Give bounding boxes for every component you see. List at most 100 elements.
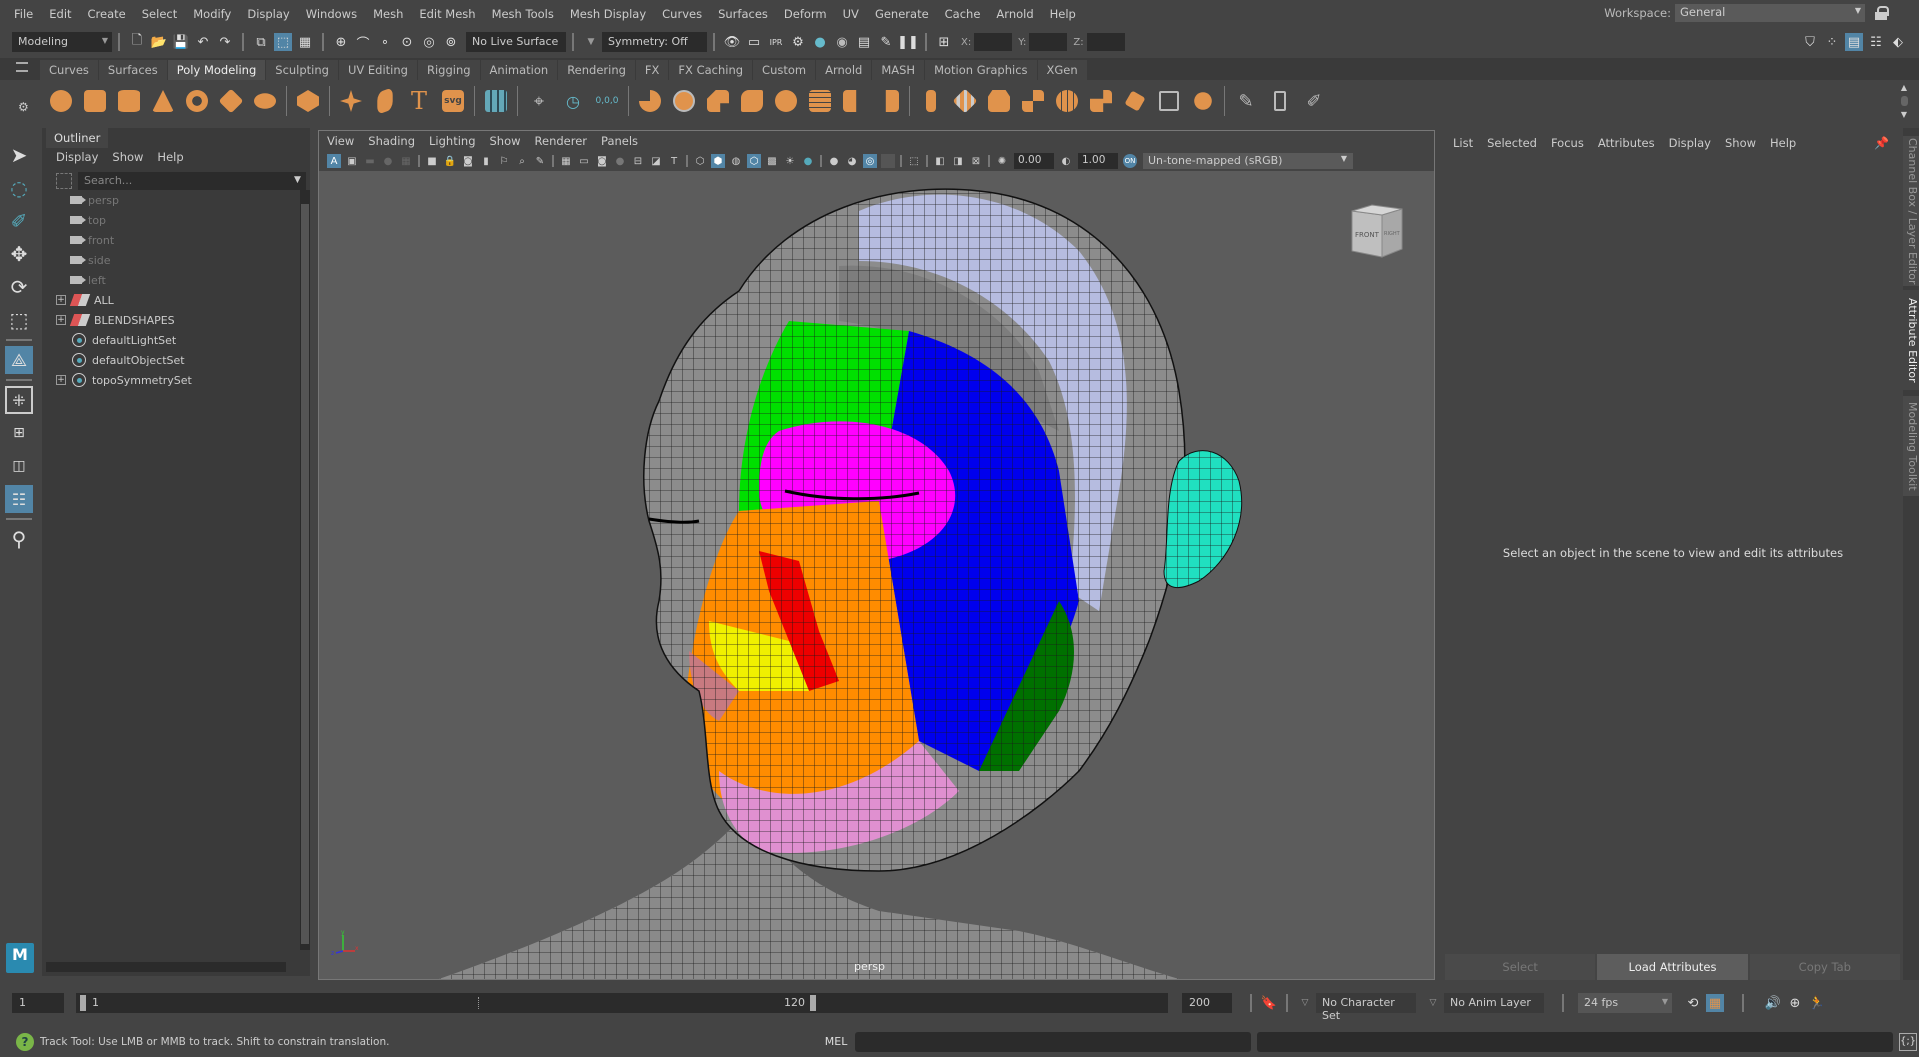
redo-icon[interactable]: ↷	[216, 33, 234, 51]
attribute-editor-toggle-icon[interactable]: ▤	[1845, 33, 1863, 51]
sign-in-icon[interactable]: ⛉	[1801, 33, 1819, 51]
bookmark-add-icon[interactable]: 🔖	[1260, 994, 1278, 1012]
two-panel-layout-icon[interactable]: ◫	[5, 452, 33, 480]
camera-attributes-icon[interactable]: ▣	[345, 154, 359, 168]
shelf-tab-animation[interactable]: Animation	[480, 60, 558, 80]
ae-menu-list[interactable]: List	[1453, 136, 1473, 150]
anim-layer-arrow-icon[interactable]: ▽	[1424, 994, 1442, 1012]
multisample-aa-icon[interactable]: ◎	[863, 154, 877, 168]
menu-help[interactable]: Help	[1042, 7, 1084, 21]
menu-windows[interactable]: Windows	[298, 7, 365, 21]
outliner-menu-display[interactable]: Display	[56, 150, 98, 164]
snap-point-icon[interactable]: ∘	[376, 33, 394, 51]
smooth-shade-all-icon[interactable]: ⬢	[711, 154, 725, 168]
outliner-menu-show[interactable]: Show	[112, 150, 143, 164]
poly-cylinder-icon[interactable]	[115, 87, 143, 115]
select-button[interactable]: Select	[1445, 954, 1596, 980]
exposure-icon[interactable]: ✺	[995, 154, 1009, 168]
shelf-tab-custom[interactable]: Custom	[753, 60, 816, 80]
fps-dropdown[interactable]: 24 fps	[1578, 993, 1672, 1013]
viewport-menu-show[interactable]: Show	[490, 134, 521, 148]
render-settings-icon[interactable]: ⚙	[789, 33, 807, 51]
sound-icon[interactable]: 🔊	[1764, 994, 1782, 1012]
script-language-toggle[interactable]: MEL	[825, 1035, 848, 1048]
xray-active-icon[interactable]: ◨	[951, 154, 965, 168]
freeze-transform-icon[interactable]: 0,0,0	[593, 87, 621, 115]
paint-select-icon[interactable]: ✐	[5, 207, 33, 235]
super-shape-icon[interactable]	[337, 87, 365, 115]
shelf-tab-xgen[interactable]: XGen	[1037, 60, 1087, 80]
pencil-icon[interactable]: ✎	[533, 154, 547, 168]
select-tool-icon[interactable]: ➤	[5, 141, 33, 169]
safe-action-icon[interactable]: ◪	[649, 154, 663, 168]
menu-deform[interactable]: Deform	[776, 7, 835, 21]
select-object-icon[interactable]: ⬚	[274, 33, 292, 51]
expand-icon[interactable]: +	[56, 315, 66, 325]
z-coord-field[interactable]: Z:	[1073, 33, 1125, 51]
single-perspective-view-icon[interactable]: ⁜	[5, 386, 33, 414]
combine-icon[interactable]	[636, 87, 664, 115]
append-to-polygon-icon[interactable]	[1121, 87, 1149, 115]
menu-mesh-display[interactable]: Mesh Display	[562, 7, 654, 21]
character-set-dropdown[interactable]: No Character Set	[1316, 993, 1416, 1022]
script-editor-icon[interactable]: {;}	[1899, 1032, 1917, 1051]
rotate-tool-icon[interactable]: ⟳	[5, 273, 33, 301]
snap-view-plane-icon[interactable]: ◎	[420, 33, 438, 51]
menu-modify[interactable]: Modify	[185, 7, 239, 21]
scale-tool-icon[interactable]: ⬚	[5, 306, 33, 334]
outliner-item[interactable]: front	[42, 230, 292, 250]
cache-playback-icon[interactable]: ▦	[1706, 994, 1724, 1012]
render-current-frame-icon[interactable]: ▭	[745, 33, 763, 51]
menu-mesh-tools[interactable]: Mesh Tools	[484, 7, 562, 21]
new-scene-icon[interactable]: 🗋	[128, 33, 146, 51]
expand-icon[interactable]: +	[56, 375, 66, 385]
fill-hole-icon[interactable]	[1155, 87, 1183, 115]
arnold-render-icon[interactable]: ✎	[877, 33, 895, 51]
menu-select[interactable]: Select	[134, 7, 185, 21]
tab-channel-box-layer-editor[interactable]: Channel Box / Layer Editor	[1903, 136, 1919, 286]
search-icon[interactable]: ⚲	[5, 525, 33, 553]
pause-icon[interactable]: ❚❚	[897, 33, 919, 51]
modeling-toolkit-icon[interactable]: ⁘	[1823, 33, 1841, 51]
move-tool-icon[interactable]: ✥	[5, 240, 33, 268]
lock-icon[interactable]	[1875, 6, 1889, 20]
slide-edge-icon[interactable]: ✐	[1300, 87, 1328, 115]
expand-icon[interactable]: +	[56, 295, 66, 305]
color-management-toggle-icon[interactable]: ON	[1123, 154, 1137, 168]
menu-file[interactable]: File	[6, 7, 41, 21]
menu-curves[interactable]: Curves	[654, 7, 710, 21]
outliner-menu-help[interactable]: Help	[157, 150, 183, 164]
shelf-tab-mash[interactable]: MASH	[872, 60, 925, 80]
sweep-mesh-icon[interactable]	[371, 87, 399, 115]
shelf-settings-gear-icon[interactable]: ⚙	[18, 100, 29, 114]
range-end-handle[interactable]	[810, 995, 816, 1011]
camera-sequencer-icon[interactable]: ◙	[461, 154, 475, 168]
animation-preferences-icon[interactable]: ⊕	[1786, 994, 1804, 1012]
make-live-icon[interactable]: ⊚	[442, 33, 460, 51]
target-weld-icon[interactable]: ✎	[1232, 87, 1260, 115]
snap-grid-icon[interactable]: ⊕	[332, 33, 350, 51]
retopologize-icon[interactable]	[874, 87, 902, 115]
screen-space-ao-icon[interactable]: ●	[827, 154, 841, 168]
connect-icon[interactable]	[1266, 87, 1294, 115]
delete-history-icon[interactable]: ◷	[559, 87, 587, 115]
outliner-item[interactable]: top	[42, 210, 292, 230]
outliner-filter-icon[interactable]	[56, 173, 72, 189]
wireframe-icon[interactable]: ⬡	[693, 154, 707, 168]
menu-set-dropdown[interactable]: Modeling	[12, 32, 112, 52]
viewport-menu-view[interactable]: View	[327, 134, 354, 148]
outliner-search-input[interactable]: Search...	[78, 172, 306, 190]
end-frame-field[interactable]: 200	[1182, 993, 1232, 1013]
outliner-item[interactable]: persp	[42, 190, 292, 210]
render-setup-icon[interactable]: ◉	[833, 33, 851, 51]
shelf-menu-icon[interactable]	[16, 62, 28, 72]
viewport-menu-panels[interactable]: Panels	[601, 134, 638, 148]
multi-cut-icon[interactable]	[1019, 87, 1047, 115]
transform-mode-icon[interactable]: ⊞	[935, 33, 953, 51]
outliner-item[interactable]: + topoSymmetrySet	[42, 370, 292, 390]
range-slider-grip[interactable]	[478, 997, 480, 1009]
undo-icon[interactable]: ↶	[194, 33, 212, 51]
ae-menu-display[interactable]: Display	[1669, 136, 1711, 150]
gamma-icon[interactable]: ◐	[1059, 154, 1073, 168]
outliner-vertical-scrollbar[interactable]	[300, 190, 310, 950]
